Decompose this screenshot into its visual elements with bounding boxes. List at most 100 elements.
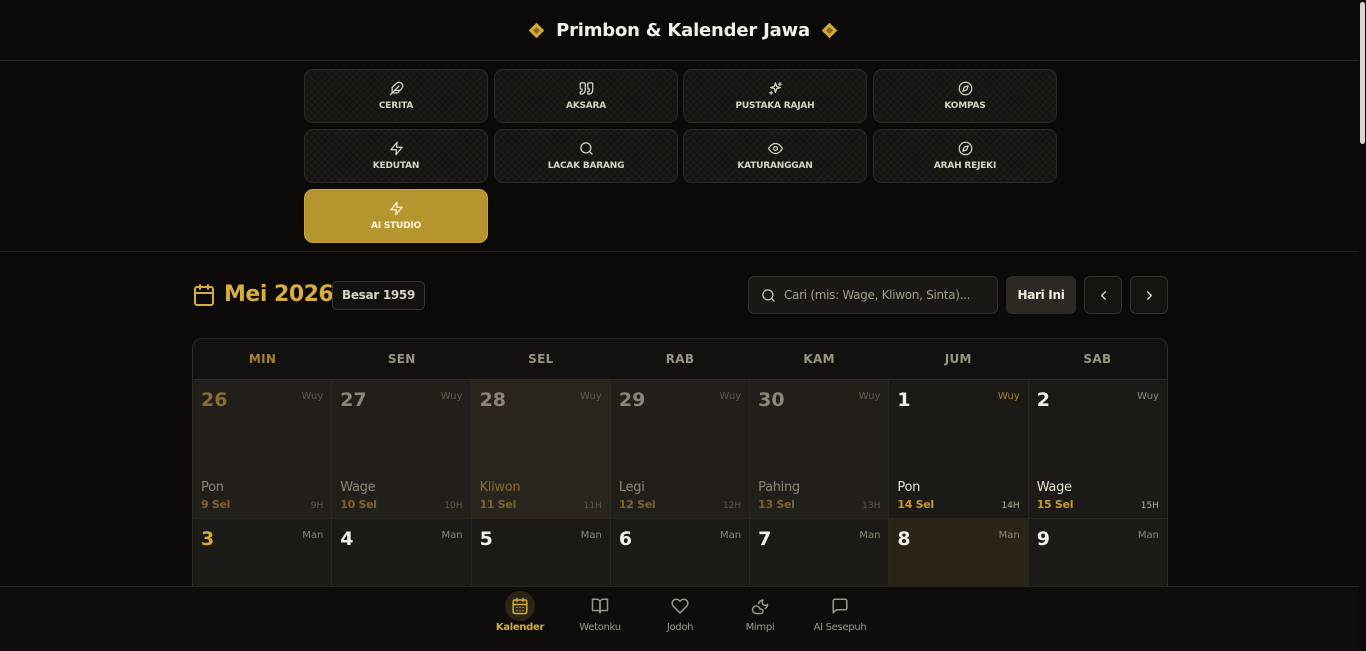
- menu-button-aksara[interactable]: AKSARA: [494, 69, 678, 123]
- section-divider: [0, 251, 1366, 252]
- day-number: 6: [618, 528, 633, 550]
- compass-icon: [958, 141, 973, 156]
- nav-label: Jodoh: [666, 622, 694, 633]
- page-title: Primbon & Kalender Jawa: [556, 19, 810, 41]
- nav-item-ai-sesepuh[interactable]: AI Sesepuh: [800, 597, 880, 633]
- day-number: 4: [340, 528, 354, 550]
- wuku-label: Man: [1137, 530, 1159, 541]
- search-icon: [579, 141, 594, 156]
- scrollbar-thumb[interactable]: [1360, 2, 1365, 144]
- wuku-label: Man: [720, 530, 742, 541]
- weekday-header: MIN SEN SEL RAB KAM JUM SAB: [193, 339, 1167, 380]
- nav-label: Kalender: [495, 622, 545, 633]
- day-number: 30: [758, 389, 785, 411]
- hijri-count: 11H: [583, 501, 602, 511]
- nav-label: Mimpi: [745, 622, 775, 633]
- day-cell[interactable]: 2 Wuy Wage 15 Sel 15H: [1028, 380, 1167, 518]
- eye-icon: [767, 141, 783, 156]
- menu-button-pustaka-rajah[interactable]: PUSTAKA RAJAH: [683, 69, 867, 123]
- hijri-count: 14H: [1001, 501, 1020, 511]
- diamond-ornament-icon: [821, 22, 838, 38]
- chevron-right-icon: [1142, 288, 1157, 303]
- wuku-label: Man: [302, 530, 324, 541]
- day-cell[interactable]: 27 Wuy Wage 10 Sel 10H: [332, 380, 472, 518]
- compass-icon: [958, 81, 973, 96]
- hijri-count: 15H: [1140, 501, 1159, 511]
- javanese-date: 11 Sel: [479, 498, 517, 511]
- nav-label: Wetonku: [579, 622, 621, 633]
- day-number: 29: [618, 389, 646, 411]
- calendar-toolbar: Mei 2026 Besar 1959 Hari Ini: [192, 276, 1168, 314]
- nav-label: AI Sesepuh: [813, 622, 867, 633]
- wuku-label: Wuy: [858, 391, 881, 402]
- wuku-label: Man: [859, 530, 881, 541]
- weekday-label: SEN: [387, 352, 416, 366]
- pasaran-label: Wage: [1036, 480, 1072, 495]
- nav-item-wetonku[interactable]: Wetonku: [560, 597, 640, 633]
- menu-button-kedutan[interactable]: KEDUTAN: [304, 129, 488, 183]
- scrollbar[interactable]: [1359, 0, 1366, 651]
- month-title: Mei 2026: [224, 282, 334, 307]
- day-number: 1: [897, 389, 911, 411]
- day-number: 9: [1036, 528, 1050, 550]
- today-button[interactable]: Hari Ini: [1006, 276, 1076, 314]
- javanese-date: 13 Sel: [758, 498, 795, 511]
- weekday-label: JUM: [944, 352, 972, 366]
- menu-button-lacak-barang[interactable]: LACAK BARANG: [494, 129, 678, 183]
- day-cell[interactable]: 30 Wuy Pahing 13 Sel 13H: [750, 380, 890, 518]
- day-number: 8: [897, 528, 911, 550]
- wuku-label: Wuy: [440, 391, 463, 402]
- menu-label: ARAH REJEKI: [933, 161, 997, 171]
- next-month-button[interactable]: [1130, 276, 1168, 314]
- day-number: 7: [758, 528, 772, 550]
- day-cell[interactable]: 1 Wuy Pon 14 Sel 14H: [889, 380, 1029, 518]
- nav-item-mimpi[interactable]: Mimpi: [720, 597, 800, 633]
- wuku-label: Wuy: [1137, 391, 1159, 402]
- pasaran-label: Wage: [340, 480, 376, 495]
- menu-label: PUSTAKA RAJAH: [735, 101, 815, 111]
- menu-button-cerita[interactable]: CERITA: [304, 69, 488, 123]
- day-number: 3: [201, 528, 215, 550]
- menu-button-katuranggan[interactable]: KATURANGGAN: [683, 129, 867, 183]
- wuku-label: Man: [998, 530, 1020, 541]
- nav-item-kalender[interactable]: Kalender: [480, 591, 560, 633]
- wuku-label: Wuy: [997, 391, 1020, 402]
- day-cell[interactable]: 29 Wuy Legi 12 Sel 12H: [610, 380, 751, 518]
- day-cell[interactable]: 28 Wuy Kliwon 11 Sel 11H: [471, 380, 611, 518]
- menu-button-kompas[interactable]: KOMPAS: [873, 69, 1057, 123]
- calendar-icon: [192, 283, 216, 307]
- wuku-label: Wuy: [719, 391, 742, 402]
- wuku-label: Wuy: [301, 391, 324, 402]
- menu-label: AI STUDIO: [370, 221, 422, 231]
- javanese-date: 9 Sel: [201, 498, 231, 511]
- javanese-month-badge: Besar 1959: [332, 281, 426, 310]
- search-icon: [761, 288, 776, 303]
- menu-label: LACAK BARANG: [547, 161, 625, 171]
- weekday-label: MIN: [248, 352, 277, 366]
- menu-label: KEDUTAN: [372, 161, 420, 171]
- hijri-count: 13H: [862, 501, 881, 511]
- menu-button-arah-rejeki[interactable]: ARAH REJEKI: [873, 129, 1057, 183]
- menu-button-ai-studio[interactable]: AI STUDIO: [304, 189, 488, 243]
- weekday-label: RAB: [665, 352, 695, 366]
- javanese-date: 12 Sel: [618, 498, 656, 511]
- day-number: 27: [340, 389, 367, 411]
- nav-item-jodoh[interactable]: Jodoh: [640, 597, 720, 633]
- pasaran-label: Pon: [201, 480, 224, 495]
- menu-label: AKSARA: [565, 101, 607, 111]
- weekday-label: SAB: [1083, 352, 1112, 366]
- search-box[interactable]: [748, 276, 998, 314]
- pasaran-label: Legi: [618, 480, 645, 495]
- day-number: 2: [1036, 389, 1050, 411]
- chevron-left-icon: [1096, 288, 1111, 303]
- book-open-icon: [591, 597, 609, 615]
- day-cell[interactable]: 26 Wuy Pon 9 Sel 9H: [193, 380, 333, 518]
- hijri-count: 10H: [444, 501, 463, 511]
- search-input[interactable]: [784, 288, 989, 302]
- prev-month-button[interactable]: [1084, 276, 1122, 314]
- feather-icon: [389, 81, 404, 96]
- zap-icon: [389, 141, 404, 156]
- pasaran-label: Pahing: [758, 480, 800, 495]
- day-number: 26: [201, 389, 228, 411]
- heart-icon: [671, 597, 689, 615]
